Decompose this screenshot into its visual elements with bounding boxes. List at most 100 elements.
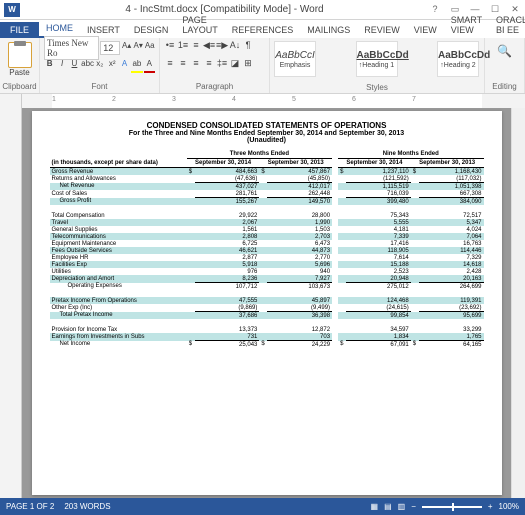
editing-group: 🔍 Editing	[485, 38, 525, 93]
show-marks-icon[interactable]: ¶	[242, 40, 254, 54]
clipboard-label: Clipboard	[2, 82, 36, 91]
table-row	[50, 319, 484, 326]
font-size-select[interactable]: 12	[100, 41, 120, 55]
superscript-button[interactable]: x²	[107, 59, 118, 73]
paste-button[interactable]: Paste	[9, 68, 29, 77]
table-row: Utilities9769402,5232,428	[50, 268, 484, 275]
col-2: September 30, 2013	[259, 159, 332, 168]
financial-table: Three Months Ended Nine Months Ended (in…	[50, 150, 484, 348]
shading-icon[interactable]: ◪	[229, 58, 241, 72]
justify-icon[interactable]: ≡	[203, 58, 215, 72]
font-label: Font	[44, 82, 155, 91]
paragraph-group: •≡ 1≡ ≡ ◀≡ ≡▶ A↓ ¶ ≡ ≡ ≡ ≡ ‡≡ ◪ ⊞ Paragr…	[160, 38, 270, 93]
table-row: Equipment Maintenance6,7256,47317,41616,…	[50, 240, 484, 247]
table-row: Gross Profit155,267149,570399,480384,090	[50, 198, 484, 206]
tab-references[interactable]: REFERENCES	[225, 22, 301, 38]
align-center-icon[interactable]: ≡	[177, 58, 189, 72]
document-area: CONDENSED CONSOLIDATED STATEMENTS OF OPE…	[0, 108, 525, 498]
increase-indent-icon[interactable]: ≡▶	[216, 40, 228, 54]
zoom-out-button[interactable]: −	[411, 502, 416, 511]
tab-pagelayout[interactable]: PAGE LAYOUT	[175, 12, 224, 38]
table-row: Fees Outside Services46,62144,873118,905…	[50, 247, 484, 254]
table-row: Other Exp (Inc)(9,869)(9,499)(24,615)(23…	[50, 304, 484, 312]
tab-design[interactable]: DESIGN	[127, 22, 176, 38]
styles-group: AaBbCcI Emphasis AaBbCcDd ↑Heading 1 AaB…	[270, 38, 485, 93]
grow-font-icon[interactable]: A▴	[121, 41, 132, 55]
zoom-level[interactable]: 100%	[499, 502, 519, 511]
paragraph-label: Paragraph	[164, 82, 265, 91]
vertical-ruler[interactable]	[0, 108, 22, 498]
tab-file[interactable]: FILE	[0, 22, 39, 38]
col-group-2: Nine Months Ended	[338, 150, 483, 159]
change-case-icon[interactable]: Aa	[144, 41, 155, 55]
underline-button[interactable]: U	[69, 59, 80, 73]
doc-title: CONDENSED CONSOLIDATED STATEMENTS OF OPE…	[50, 121, 484, 130]
strike-button[interactable]: abc	[81, 59, 93, 73]
bold-button[interactable]: B	[44, 59, 55, 73]
table-row: Employee HR2,8772,7707,6147,329	[50, 254, 484, 261]
word-app-icon: W	[4, 3, 20, 17]
table-row: Pretax Income From Operations47,55545,89…	[50, 297, 484, 304]
table-row: Total Compensation29,92228,80075,34372,5…	[50, 212, 484, 219]
align-left-icon[interactable]: ≡	[164, 58, 176, 72]
help-icon[interactable]: ?	[425, 4, 445, 15]
paste-icon[interactable]	[8, 42, 32, 68]
document-page[interactable]: CONDENSED CONSOLIDATED STATEMENTS OF OPE…	[32, 111, 502, 495]
table-row: Gross Revenue$484,663$457,867$1,237,110$…	[50, 168, 484, 176]
table-row: Net Income$25,043$24,229$67,091$64,165	[50, 341, 484, 349]
table-row: Provision for Income Tax13,37312,87234,5…	[50, 326, 484, 333]
shrink-font-icon[interactable]: A▾	[133, 41, 144, 55]
tab-view[interactable]: VIEW	[407, 22, 444, 38]
web-layout-icon[interactable]: ▥	[398, 502, 406, 511]
zoom-slider[interactable]	[422, 506, 482, 508]
table-row: Earnings from Investments in Subs7317031…	[50, 333, 484, 341]
sort-icon[interactable]: A↓	[229, 40, 241, 54]
table-row: Cost of Sales281,761262,448716,039667,30…	[50, 190, 484, 198]
decrease-indent-icon[interactable]: ◀≡	[203, 40, 215, 54]
tab-smartview[interactable]: SMART VIEW	[444, 12, 489, 38]
align-right-icon[interactable]: ≡	[190, 58, 202, 72]
font-color-icon[interactable]: A	[144, 59, 155, 73]
line-spacing-icon[interactable]: ‡≡	[216, 58, 228, 72]
italic-button[interactable]: I	[56, 59, 67, 73]
col-4: September 30, 2013	[411, 159, 484, 168]
bullets-icon[interactable]: •≡	[164, 40, 176, 54]
multilevel-icon[interactable]: ≡	[190, 40, 202, 54]
subscript-button[interactable]: x₂	[94, 59, 105, 73]
zoom-in-button[interactable]: +	[488, 502, 493, 511]
units-label: (in thousands, except per share data)	[50, 159, 187, 168]
find-icon[interactable]: 🔍	[497, 44, 512, 58]
word-count[interactable]: 203 WORDS	[64, 502, 110, 511]
horizontal-ruler[interactable]: 1234567	[0, 94, 525, 108]
style-heading2[interactable]: AaBbCcDd ↑Heading 2	[437, 41, 479, 77]
tab-mailings[interactable]: MAILINGS	[300, 22, 357, 38]
table-row: General Supplies1,5611,5034,1814,024	[50, 226, 484, 233]
ribbon: Paste Clipboard Times New Ro 12 A▴ A▾ Aa…	[0, 38, 525, 94]
style-emphasis[interactable]: AaBbCcI Emphasis	[274, 41, 316, 77]
table-row: Total Pretax Income37,68636,39899,85495,…	[50, 312, 484, 320]
vertical-scrollbar[interactable]	[511, 108, 525, 498]
borders-icon[interactable]: ⊞	[242, 58, 254, 72]
read-mode-icon[interactable]: ▤	[384, 502, 392, 511]
print-layout-icon[interactable]: ▦	[371, 502, 379, 511]
table-row: Facilities Exp5,9185,69615,18814,618	[50, 261, 484, 268]
col-1: September 30, 2014	[187, 159, 260, 168]
style-heading1[interactable]: AaBbCcDd ↑Heading 1	[356, 41, 398, 77]
table-row: Net Revenue437,027412,0171,115,5191,051,…	[50, 183, 484, 191]
document-scroll[interactable]: CONDENSED CONSOLIDATED STATEMENTS OF OPE…	[22, 108, 511, 498]
doc-subtitle-1: For the Three and Nine Months Ended Sept…	[50, 130, 484, 137]
table-row: Operating Expenses107,712103,673275,0122…	[50, 283, 484, 291]
table-row: Depreciation and Amort8,2367,92720,94820…	[50, 275, 484, 283]
text-effects-icon[interactable]: A	[119, 59, 130, 73]
page-indicator[interactable]: PAGE 1 OF 2	[6, 502, 54, 511]
tab-oracle[interactable]: ORACLE BI EE	[489, 12, 525, 38]
clipboard-group: Paste Clipboard	[0, 38, 40, 93]
highlight-icon[interactable]: ab	[131, 59, 142, 73]
tab-review[interactable]: REVIEW	[357, 22, 407, 38]
numbering-icon[interactable]: 1≡	[177, 40, 189, 54]
table-row: Travel2,0671,9905,5555,347	[50, 219, 484, 226]
font-name-select[interactable]: Times New Ro	[44, 36, 99, 60]
status-bar: PAGE 1 OF 2 203 WORDS ▦ ▤ ▥ − + 100%	[0, 498, 525, 515]
font-group: Times New Ro 12 A▴ A▾ Aa B I U abc x₂ x²…	[40, 38, 160, 93]
table-row	[50, 290, 484, 297]
